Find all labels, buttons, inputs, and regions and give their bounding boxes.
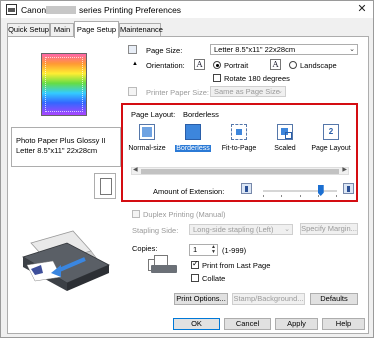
landscape-label[interactable]: Landscape — [300, 61, 337, 70]
printer-paper-size-label: Printer Paper Size: — [146, 88, 209, 97]
scroll-left-icon[interactable]: ◀ — [133, 166, 138, 173]
tab-page-setup[interactable]: Page Setup — [74, 21, 119, 38]
page-size-value: Letter 8.5"x11" 22x28cm — [214, 45, 296, 54]
copies-range: (1-999) — [222, 246, 247, 255]
stapling-side-dropdown[interactable]: Long-side stapling (Left) ⌄ — [189, 224, 293, 235]
cancel-button[interactable]: Cancel — [224, 318, 271, 330]
layout-scrollbar[interactable]: ◀ ▶ — [131, 167, 349, 175]
extension-small-icon — [241, 183, 252, 194]
duplex-checkbox[interactable] — [132, 210, 140, 218]
copies-value: 1 — [193, 245, 198, 254]
collate-label[interactable]: Collate — [202, 274, 225, 283]
tab-maintenance[interactable]: Maintenance — [119, 23, 163, 37]
page-layout-icon: 2 — [323, 124, 339, 140]
copies-icon — [148, 255, 180, 275]
collate-checkbox[interactable] — [191, 274, 199, 282]
paper-preview-button[interactable] — [94, 173, 116, 199]
scrollbar-thumb[interactable] — [141, 169, 339, 174]
stamp-background-button[interactable]: Stamp/Background... — [232, 293, 305, 305]
page-size-dropdown[interactable]: Letter 8.5"x11" 22x28cm ⌄ — [210, 44, 358, 55]
layout-fit-to-page-label: Fit-to-Page — [221, 145, 257, 152]
apply-button[interactable]: Apply — [275, 318, 318, 330]
layout-scaled-label: Scaled — [274, 145, 296, 152]
window-title: series Printing Preferences — [79, 5, 182, 15]
layout-normal-size[interactable]: Normal-size — [125, 124, 169, 152]
tab-quick-setup[interactable]: Quick Setup — [7, 23, 50, 37]
printer-illustration — [22, 230, 110, 291]
page-size-label: Page Size: — [146, 46, 183, 55]
stapling-side-label: Stapling Side: — [132, 226, 179, 235]
ok-button[interactable]: OK — [173, 318, 220, 330]
layout-normal-size-label: Normal-size — [128, 145, 166, 152]
media-type-text: Photo Paper Plus Glossy II — [16, 136, 106, 145]
close-icon[interactable]: ✕ — [355, 3, 369, 15]
page-layout-group: Page Layout: Borderless Normal-size Bord… — [121, 103, 358, 202]
window-title-brand: Canon — [21, 5, 47, 15]
title-bar: Canon series Printing Preferences ✕ — [1, 1, 373, 18]
fit-to-page-icon — [231, 124, 247, 140]
page-layout-icon-text: 2 — [328, 127, 334, 136]
print-from-last-page-checkbox[interactable] — [191, 259, 199, 269]
page-layout-label: Page Layout: — [131, 110, 176, 119]
printer-paper-size-dropdown[interactable]: Same as Page Size ⌄ — [210, 86, 286, 97]
scaled-icon — [277, 124, 293, 140]
layout-borderless[interactable]: Borderless — [171, 124, 215, 152]
landscape-orientation-icon: A — [270, 59, 281, 70]
portrait-label[interactable]: Portrait — [224, 61, 248, 70]
printer-paper-size-value: Same as Page Size — [214, 87, 280, 96]
portrait-radio[interactable] — [213, 61, 221, 69]
specify-margin-button[interactable]: Specify Margin... — [300, 223, 358, 235]
defaults-button[interactable]: Defaults — [310, 293, 358, 305]
page-layout-current: Borderless — [183, 110, 219, 119]
layout-fit-to-page[interactable]: Fit-to-Page — [217, 124, 261, 152]
layout-borderless-label: Borderless — [175, 145, 211, 152]
rotate-180-label[interactable]: Rotate 180 degrees — [224, 74, 290, 83]
landscape-radio[interactable] — [289, 61, 297, 69]
print-from-last-page-label[interactable]: Print from Last Page — [202, 261, 270, 270]
page-size-icon — [128, 45, 137, 54]
layout-page-layout-label: Page Layout — [311, 145, 351, 152]
borderless-icon — [185, 124, 201, 140]
redacted-model-name — [46, 6, 76, 14]
print-options-button[interactable]: Print Options... — [174, 293, 228, 305]
printer-app-icon — [6, 4, 17, 15]
page-preview — [41, 53, 87, 116]
extension-large-icon — [343, 183, 354, 194]
extension-slider-track[interactable] — [263, 190, 337, 197]
media-info-box: Photo Paper Plus Glossy II Letter 8.5"x1… — [11, 127, 121, 167]
duplex-label[interactable]: Duplex Printing (Manual) — [143, 210, 226, 219]
amount-of-extension-label: Amount of Extension: — [153, 187, 225, 196]
normal-size-icon — [139, 124, 155, 140]
chevron-down-icon: ⌄ — [284, 226, 290, 233]
printer-paper-size-icon — [128, 87, 137, 96]
tab-main[interactable]: Main — [50, 23, 74, 37]
stapling-side-value: Long-side stapling (Left) — [193, 225, 274, 234]
portrait-orientation-icon: A — [194, 59, 205, 70]
layout-page-layout[interactable]: 2 Page Layout — [309, 124, 353, 152]
rotate-180-checkbox[interactable] — [213, 74, 221, 82]
media-size-text: Letter 8.5"x11" 22x28cm — [16, 146, 98, 155]
layout-scaled[interactable]: Scaled — [263, 124, 307, 152]
help-button[interactable]: Help — [322, 318, 365, 330]
scroll-right-icon[interactable]: ▶ — [342, 166, 347, 173]
chevron-down-icon: ⌄ — [349, 46, 355, 53]
orientation-bullet-icon: ▲ — [132, 61, 138, 67]
printing-preferences-window: Canon series Printing Preferences ✕ Quic… — [0, 0, 374, 338]
spin-arrows-icon[interactable]: ▲ ▼ — [211, 245, 216, 255]
copies-label: Copies: — [132, 244, 158, 253]
chevron-down-icon: ⌄ — [277, 88, 283, 95]
copies-input[interactable]: 1 ▲ ▼ — [189, 244, 218, 256]
orientation-label: Orientation: — [146, 61, 185, 70]
